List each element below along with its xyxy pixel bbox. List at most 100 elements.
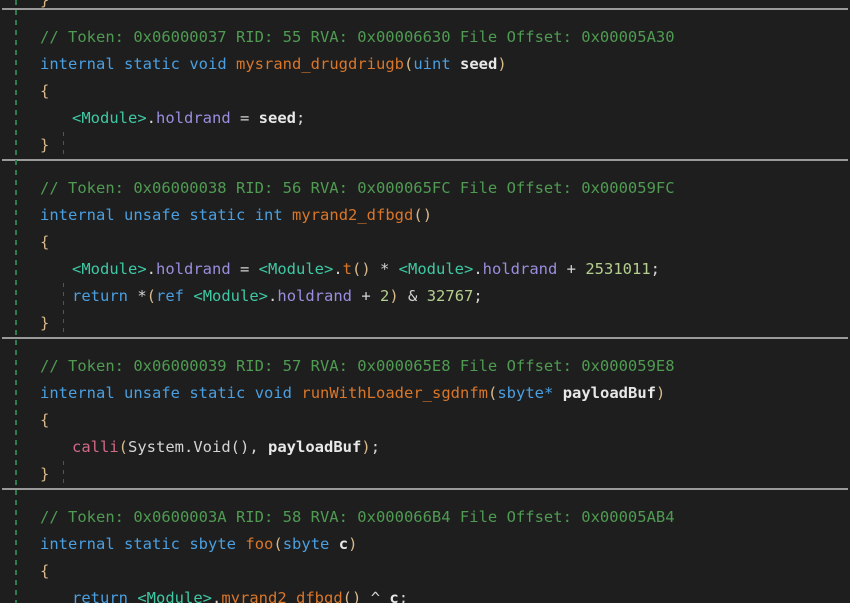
code-line-close-brace: } <box>0 310 850 337</box>
modifier-internal: internal <box>40 55 115 73</box>
field-ref: holdrand <box>156 260 231 278</box>
value-ref: seed <box>258 109 296 127</box>
member-comment: // Token: 0x06000038 RID: 56 RVA: 0x0000… <box>40 179 675 197</box>
member-block[interactable]: // Token: 0x0600003A RID: 58 RVA: 0x0000… <box>0 504 850 603</box>
close-paren: ) <box>656 384 666 402</box>
argument-ref: c <box>389 589 399 603</box>
method-name[interactable]: mysrand_drugdriugb <box>236 55 404 73</box>
xor-operator: ^ <box>370 589 381 603</box>
close-brace: } <box>40 314 50 332</box>
code-content[interactable]: } // Token: 0x06000037 RID: 55 RVA: 0x00… <box>0 0 850 603</box>
ref-keyword: ref <box>156 287 185 305</box>
open-paren: ( <box>488 384 498 402</box>
code-line-statement: calli(System.Void(), payloadBuf); <box>72 438 381 456</box>
code-line-statement: return *(ref <Module>.holdrand + 2) & 32… <box>72 287 483 305</box>
return-type: void <box>189 55 227 73</box>
open-brace: { <box>40 411 50 429</box>
param-name: c <box>338 535 349 553</box>
close-paren: ) <box>348 535 358 553</box>
code-line-open-brace: { <box>0 558 850 585</box>
assign-operator: = <box>230 109 259 127</box>
open-brace: { <box>40 233 50 251</box>
member-comment: // Token: 0x06000039 RID: 57 RVA: 0x0000… <box>40 357 675 375</box>
param-type: sbyte* <box>497 384 554 402</box>
code-line-close-brace: } <box>0 132 850 159</box>
field-ref: holdrand <box>156 109 231 127</box>
code-line-signature: internal static sbyte foo(sbyte c) <box>0 531 850 558</box>
modifier-unsafe: unsafe <box>124 206 180 224</box>
return-type: void <box>254 384 293 402</box>
member-block[interactable]: // Token: 0x06000037 RID: 55 RVA: 0x0000… <box>0 24 850 159</box>
modifier-static: static <box>189 384 246 402</box>
code-line-signature: internal unsafe static int myrand2_dfbgd… <box>0 202 850 229</box>
number-literal: 32767 <box>426 287 474 305</box>
param-name: seed <box>460 55 498 73</box>
method-name[interactable]: runWithLoader_sgdnfm <box>301 384 488 402</box>
code-line-close-brace: } <box>0 461 850 488</box>
calli-intrinsic: calli <box>72 438 119 456</box>
open-brace: { <box>40 82 50 100</box>
field-ref: holdrand <box>277 287 353 305</box>
close-brace: } <box>40 136 50 154</box>
return-keyword: return <box>72 287 128 305</box>
open-brace: { <box>40 562 50 580</box>
member-comment: // Token: 0x0600003A RID: 58 RVA: 0x0000… <box>40 508 675 526</box>
code-line-open-brace: { <box>0 407 850 434</box>
code-line-comment: // Token: 0x06000039 RID: 57 RVA: 0x0000… <box>0 353 850 380</box>
method-name[interactable]: foo <box>245 535 273 553</box>
param-type: sbyte <box>282 535 330 553</box>
class-ref: <Module> <box>72 109 147 127</box>
modifier-static: static <box>124 535 180 553</box>
close-paren: ) <box>422 206 433 224</box>
member-block[interactable]: // Token: 0x06000039 RID: 57 RVA: 0x0000… <box>0 353 850 488</box>
close-paren: ) <box>497 55 507 73</box>
code-editor-pane[interactable]: } // Token: 0x06000037 RID: 55 RVA: 0x00… <box>0 0 850 603</box>
return-keyword: return <box>72 589 128 603</box>
modifier-internal: internal <box>40 384 115 402</box>
code-line-comment: // Token: 0x0600003A RID: 58 RVA: 0x0000… <box>0 504 850 531</box>
code-line-statement: <Module>.holdrand = <Module>.t() * <Modu… <box>72 260 660 278</box>
closing-brace: } <box>40 0 49 8</box>
code-line-statement: return <Module>.myrand2_dfbgd() ^ c; <box>0 585 850 603</box>
class-ref: <Module> <box>72 260 147 278</box>
return-type: int <box>254 206 283 224</box>
number-literal: 2531011 <box>585 260 651 278</box>
return-type: sbyte <box>189 535 237 553</box>
dot-operator: . <box>146 109 156 127</box>
modifier-static: static <box>124 55 180 73</box>
code-line-comment: // Token: 0x06000038 RID: 56 RVA: 0x0000… <box>0 175 850 202</box>
code-line-signature: internal unsafe static void runWithLoade… <box>0 380 850 407</box>
class-ref: <Module> <box>193 287 269 305</box>
code-line-signature: internal static void mysrand_drugdriugb(… <box>0 51 850 78</box>
code-line-open-brace: { <box>0 229 850 256</box>
field-ref: holdrand <box>482 260 558 278</box>
open-paren: ( <box>404 55 414 73</box>
class-ref: <Module> <box>137 589 212 603</box>
modifier-unsafe: unsafe <box>124 384 180 402</box>
modifier-internal: internal <box>40 535 115 553</box>
member-block[interactable]: // Token: 0x06000038 RID: 56 RVA: 0x0000… <box>0 175 850 337</box>
method-name[interactable]: myrand2_dfbgd <box>292 206 413 224</box>
code-line-open-brace: { <box>0 78 850 105</box>
method-call[interactable]: myrand2_dfbgd <box>221 589 342 603</box>
class-ref: <Module> <box>398 260 474 278</box>
method-call[interactable]: t <box>343 260 352 278</box>
param-name: payloadBuf <box>562 384 657 402</box>
member-comment: // Token: 0x06000037 RID: 55 RVA: 0x0000… <box>40 28 675 46</box>
modifier-static: static <box>189 206 246 224</box>
open-paren: ( <box>273 535 283 553</box>
number-literal: 2 <box>380 287 390 305</box>
type-expression: System.Void() <box>128 438 250 456</box>
code-line-statement: <Module>.holdrand = seed; <box>0 105 850 132</box>
semicolon: ; <box>295 109 306 127</box>
class-ref: <Module> <box>258 260 334 278</box>
close-brace: } <box>40 465 50 483</box>
open-paren: ( <box>413 206 423 224</box>
code-line-comment: // Token: 0x06000037 RID: 55 RVA: 0x0000… <box>0 24 850 51</box>
param-type: uint <box>413 55 451 73</box>
argument-ref: payloadBuf <box>268 438 362 456</box>
code-line-partial-brace: } <box>0 0 850 8</box>
